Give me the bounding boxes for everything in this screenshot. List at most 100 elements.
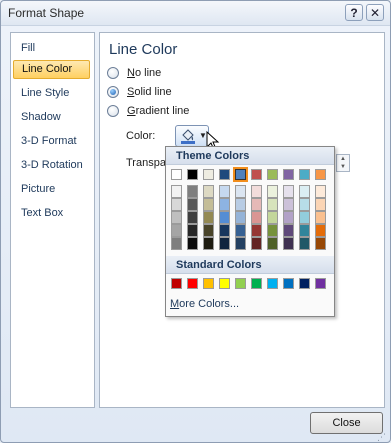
- theme-color-shade-swatch[interactable]: [203, 237, 214, 250]
- theme-color-shade-swatch[interactable]: [251, 185, 262, 198]
- theme-color-shade-swatch[interactable]: [315, 224, 326, 237]
- theme-color-shade-swatch[interactable]: [299, 185, 310, 198]
- standard-color-swatch[interactable]: [299, 278, 310, 289]
- theme-color-shade-swatch[interactable]: [299, 237, 310, 250]
- theme-color-shade-swatch[interactable]: [283, 211, 294, 224]
- theme-color-shade-swatch[interactable]: [187, 211, 198, 224]
- theme-color-shade-swatch[interactable]: [267, 224, 278, 237]
- theme-color-shade-swatch[interactable]: [267, 185, 278, 198]
- theme-color-swatch[interactable]: [187, 169, 198, 180]
- theme-color-shade-swatch[interactable]: [235, 198, 246, 211]
- close-button[interactable]: Close: [310, 412, 383, 434]
- theme-color-shade-swatch[interactable]: [203, 185, 214, 198]
- theme-color-shade-swatch[interactable]: [171, 211, 182, 224]
- radio-no-line[interactable]: [107, 67, 119, 79]
- standard-color-swatch[interactable]: [219, 278, 230, 289]
- theme-color-shade-swatch[interactable]: [171, 198, 182, 211]
- close-icon[interactable]: ✕: [366, 4, 384, 21]
- theme-color-shade-swatch[interactable]: [235, 185, 246, 198]
- theme-color-shade-swatch[interactable]: [283, 224, 294, 237]
- theme-color-swatch[interactable]: [299, 169, 310, 180]
- nav-item-label: Line Style: [21, 87, 70, 99]
- theme-color-shade-swatch[interactable]: [267, 237, 278, 250]
- standard-color-swatch[interactable]: [171, 278, 182, 289]
- title-bar[interactable]: Format Shape ? ✕: [1, 1, 390, 26]
- resize-grip-icon[interactable]: ⋰: [377, 432, 386, 443]
- theme-color-shade-swatch[interactable]: [219, 211, 230, 224]
- theme-color-shade-swatch[interactable]: [251, 211, 262, 224]
- theme-color-shade-swatch[interactable]: [219, 198, 230, 211]
- theme-color-swatch[interactable]: [283, 169, 294, 180]
- theme-color-shade-swatch[interactable]: [219, 224, 230, 237]
- theme-color-shade-swatch[interactable]: [171, 224, 182, 237]
- radio-gradient-line[interactable]: [107, 105, 119, 117]
- transparency-label: Transpa: [126, 157, 166, 169]
- theme-color-shade-swatch[interactable]: [315, 185, 326, 198]
- gradient-line-option[interactable]: Gradient line: [107, 103, 189, 119]
- nav-item-label: Shadow: [21, 111, 61, 123]
- theme-color-shade-swatch[interactable]: [219, 237, 230, 250]
- theme-color-swatch[interactable]: [251, 169, 262, 180]
- theme-color-shade-swatch[interactable]: [187, 185, 198, 198]
- radio-solid-line[interactable]: [107, 86, 119, 98]
- theme-color-shade-swatch[interactable]: [187, 237, 198, 250]
- theme-color-shade-swatch[interactable]: [187, 224, 198, 237]
- theme-color-shade-swatch[interactable]: [171, 185, 182, 198]
- standard-color-swatch[interactable]: [315, 278, 326, 289]
- nav-item-picture[interactable]: Picture: [13, 180, 90, 199]
- nav-item-3d-format[interactable]: 3-D Format: [13, 132, 90, 151]
- spin-up-icon[interactable]: ▲: [337, 155, 349, 163]
- theme-color-shade-swatch[interactable]: [283, 198, 294, 211]
- theme-color-shade-swatch[interactable]: [283, 237, 294, 250]
- theme-color-shade-swatch[interactable]: [299, 198, 310, 211]
- standard-color-swatch[interactable]: [203, 278, 214, 289]
- theme-color-swatch[interactable]: [233, 167, 248, 182]
- nav-item-label: 3-D Rotation: [21, 159, 83, 171]
- theme-color-shade-swatch[interactable]: [235, 224, 246, 237]
- nav-item-line-color[interactable]: Line Color: [13, 60, 90, 79]
- standard-color-swatch[interactable]: [251, 278, 262, 289]
- theme-color-shade-swatch[interactable]: [235, 237, 246, 250]
- theme-color-shade-swatch[interactable]: [251, 198, 262, 211]
- theme-color-swatch[interactable]: [203, 169, 214, 180]
- spin-down-icon[interactable]: ▼: [337, 163, 349, 171]
- theme-color-shade-swatch[interactable]: [267, 198, 278, 211]
- standard-color-swatch[interactable]: [267, 278, 278, 289]
- window-title: Format Shape: [8, 6, 85, 20]
- help-button[interactable]: ?: [345, 4, 363, 21]
- standard-color-swatch[interactable]: [283, 278, 294, 289]
- theme-color-shade-swatch[interactable]: [299, 211, 310, 224]
- theme-color-shade-swatch[interactable]: [251, 224, 262, 237]
- theme-color-shade-swatch[interactable]: [315, 198, 326, 211]
- theme-color-shade-swatch[interactable]: [299, 224, 310, 237]
- no-line-option[interactable]: No line: [107, 65, 161, 81]
- theme-color-shade-swatch[interactable]: [171, 237, 182, 250]
- nav-item-text-box[interactable]: Text Box: [13, 204, 90, 223]
- theme-color-shade-swatch[interactable]: [203, 211, 214, 224]
- theme-color-swatch[interactable]: [171, 169, 182, 180]
- transparency-spinner[interactable]: ▲ ▼: [336, 154, 350, 172]
- theme-color-shade-swatch[interactable]: [283, 185, 294, 198]
- more-colors-link[interactable]: More Colors...: [170, 298, 239, 310]
- theme-color-shade-swatch[interactable]: [203, 198, 214, 211]
- theme-color-shade-swatch[interactable]: [315, 237, 326, 250]
- theme-color-shade-swatch[interactable]: [219, 185, 230, 198]
- nav-item-3d-rotation[interactable]: 3-D Rotation: [13, 156, 90, 175]
- theme-color-swatch[interactable]: [219, 169, 230, 180]
- theme-color-shade-swatch[interactable]: [187, 198, 198, 211]
- nav-item-fill[interactable]: Fill: [13, 39, 90, 58]
- standard-color-swatch[interactable]: [187, 278, 198, 289]
- color-dropdown-button[interactable]: ▼: [175, 125, 209, 147]
- nav-item-line-style[interactable]: Line Style: [13, 84, 90, 103]
- theme-color-shade-swatch[interactable]: [235, 211, 246, 224]
- nav-item-shadow[interactable]: Shadow: [13, 108, 90, 127]
- theme-color-swatch[interactable]: [267, 169, 278, 180]
- theme-color-shade-swatch[interactable]: [267, 211, 278, 224]
- theme-color-shade-swatch[interactable]: [203, 224, 214, 237]
- standard-color-swatch[interactable]: [235, 278, 246, 289]
- theme-color-shade-swatch[interactable]: [315, 211, 326, 224]
- solid-line-option[interactable]: Solid line: [107, 84, 172, 100]
- nav-item-label: 3-D Format: [21, 135, 77, 147]
- theme-color-swatch[interactable]: [315, 169, 326, 180]
- theme-color-shade-swatch[interactable]: [251, 237, 262, 250]
